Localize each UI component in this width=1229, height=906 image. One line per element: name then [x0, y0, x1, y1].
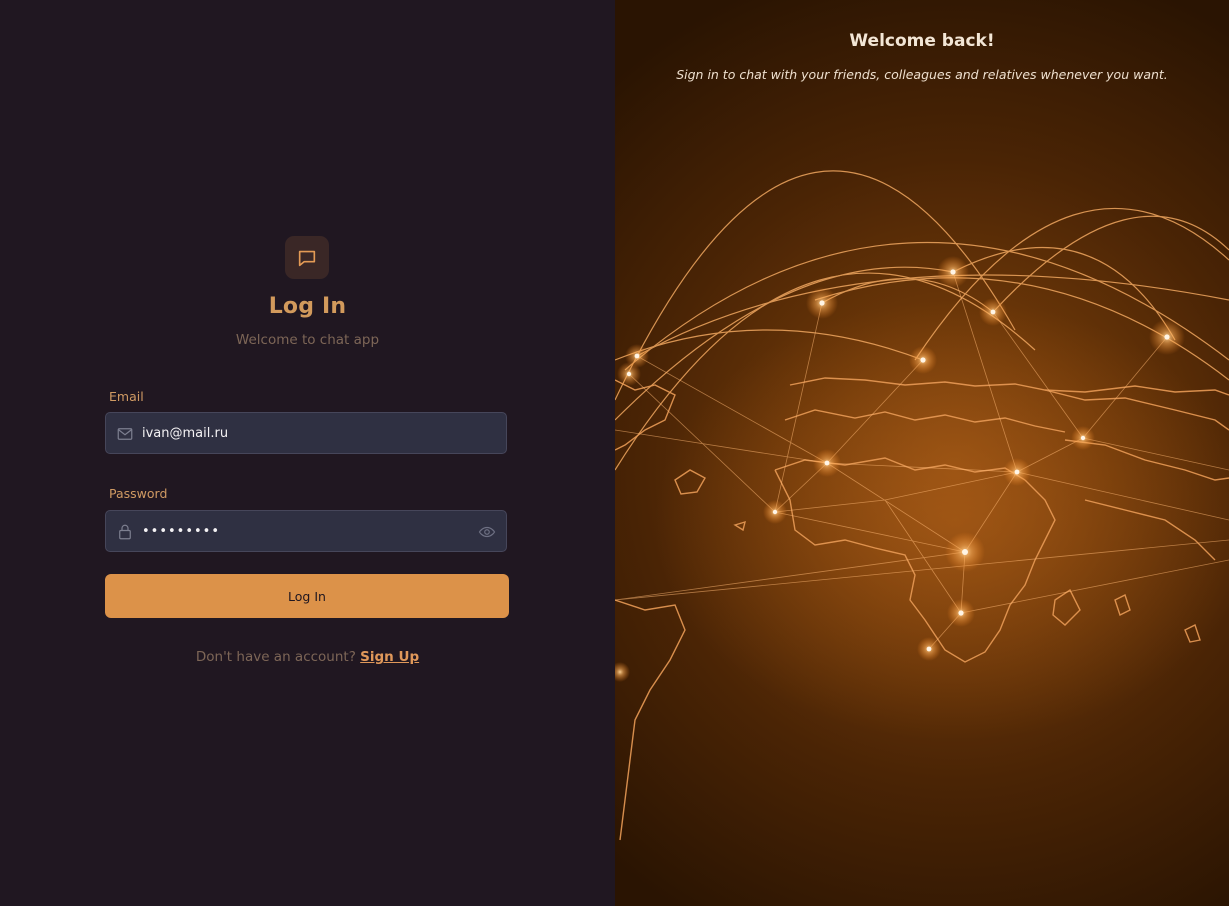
- password-field[interactable]: [142, 511, 462, 551]
- signup-prompt-text: Don't have an account?: [195, 649, 356, 665]
- mail-icon: [116, 425, 134, 443]
- chat-bubble-icon: [285, 236, 329, 279]
- email-label: Email: [109, 389, 144, 404]
- password-label: Password: [109, 486, 168, 501]
- login-page: Log In Welcome to chat app Email Passwor…: [0, 0, 1229, 906]
- hero-title: Welcome back!: [849, 31, 995, 51]
- signup-prompt: Don't have an account? Sign Up: [0, 649, 615, 665]
- login-button[interactable]: Log In: [105, 574, 509, 618]
- email-field-container[interactable]: [105, 412, 507, 454]
- lock-icon: [116, 523, 134, 541]
- eye-icon[interactable]: [478, 523, 496, 541]
- signup-link[interactable]: Sign Up: [360, 649, 419, 665]
- password-field-container[interactable]: [105, 510, 507, 552]
- hero-panel: Welcome back! Sign in to chat with your …: [615, 0, 1229, 906]
- login-panel: Log In Welcome to chat app Email Passwor…: [0, 0, 615, 906]
- email-field[interactable]: [142, 413, 462, 453]
- page-title: Log In: [268, 294, 347, 319]
- world-network-illustration: [615, 170, 1229, 841]
- page-subtitle: Welcome to chat app: [235, 332, 380, 348]
- hero-subtitle: Sign in to chat with your friends, colle…: [676, 67, 1168, 82]
